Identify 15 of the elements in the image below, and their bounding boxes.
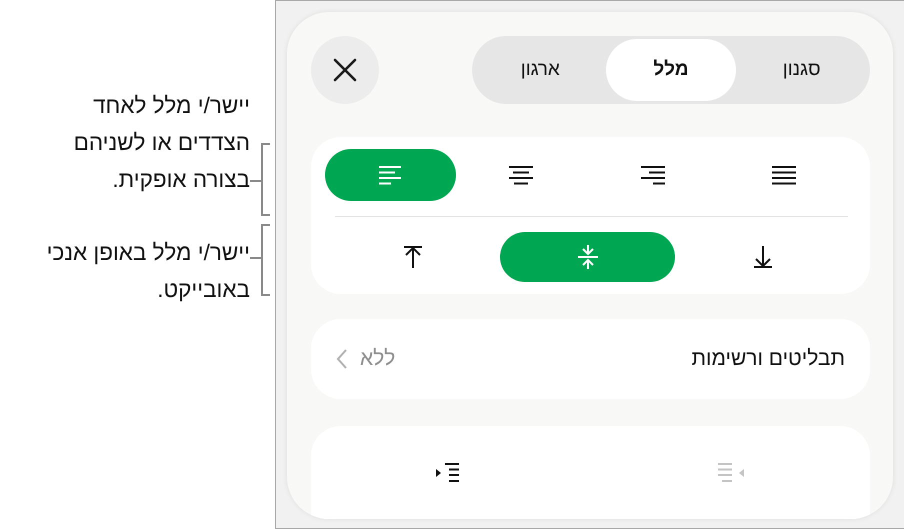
bracket-line xyxy=(250,224,270,296)
chevron-icon xyxy=(336,348,348,370)
tab[interactable]: ארגון xyxy=(474,39,606,101)
align-right-icon xyxy=(639,164,668,186)
row-value: ללא xyxy=(360,347,396,371)
row-label: תבליטים ורשימות xyxy=(692,347,845,371)
tab[interactable]: סגנון xyxy=(736,39,867,101)
close-icon xyxy=(332,57,358,83)
justify-icon xyxy=(770,164,798,186)
align-middle-icon xyxy=(576,244,600,270)
callout-text: יישר/י מלל לאחד הצדדים או לשניהם בצורה אופקית. xyxy=(72,92,250,194)
bullets-row[interactable]: תבליטים ורשימות ללא xyxy=(311,319,870,399)
tab[interactable]: מלל xyxy=(606,39,736,101)
align-center-icon xyxy=(508,164,536,186)
callout-text: יישר/י מלל באופן אנכי באובייקט. xyxy=(46,239,250,304)
